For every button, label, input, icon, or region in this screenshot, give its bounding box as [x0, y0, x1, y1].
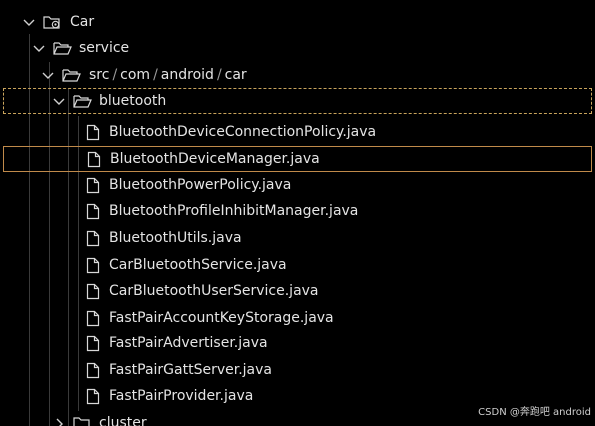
file-item[interactable]: CarBluetoothService.java — [0, 252, 595, 278]
file-icon — [86, 388, 100, 405]
tree-item-service[interactable]: service — [0, 35, 595, 61]
path-segment[interactable]: android — [161, 67, 214, 83]
chevron-down-icon[interactable] — [32, 41, 46, 55]
file-icon — [87, 151, 101, 168]
file-label: FastPairAdvertiser.java — [109, 335, 268, 351]
file-item[interactable]: CarBluetoothUserService.java — [0, 278, 595, 304]
file-label: FastPairProvider.java — [109, 388, 254, 404]
folder-open-icon — [53, 40, 72, 56]
file-label: BluetoothUtils.java — [109, 230, 242, 246]
file-icon — [86, 177, 100, 194]
chevron-down-icon[interactable] — [22, 15, 36, 29]
tree-item-label: bluetooth — [99, 93, 167, 109]
folder-open-icon — [62, 67, 81, 83]
file-label: FastPairAccountKeyStorage.java — [109, 310, 334, 326]
tree-item-package-path[interactable]: src / com / android / car — [0, 62, 595, 88]
file-icon — [86, 362, 100, 379]
path-separator: / — [216, 67, 222, 83]
file-label: BluetoothProfileInhibitManager.java — [109, 203, 359, 219]
tree-item-label: cluster — [99, 415, 147, 426]
file-icon — [86, 203, 100, 220]
file-icon — [86, 257, 100, 274]
file-item[interactable]: BluetoothPowerPolicy.java — [0, 172, 595, 198]
path-separator: / — [153, 67, 158, 83]
watermark: CSDN @奔跑吧 android — [478, 407, 591, 418]
folder-open-icon — [73, 93, 92, 109]
file-label: CarBluetoothUserService.java — [109, 283, 319, 299]
gear-folder-icon — [43, 14, 61, 30]
folder-closed-icon — [73, 415, 91, 426]
path-separator: / — [112, 67, 118, 83]
file-item[interactable]: FastPairAdvertiser.java — [0, 330, 595, 356]
file-label: CarBluetoothService.java — [109, 257, 287, 273]
file-icon — [86, 230, 100, 247]
file-label: BluetoothDeviceConnectionPolicy.java — [109, 124, 377, 140]
file-item[interactable]: BluetoothUtils.java — [0, 225, 595, 251]
path-segment[interactable]: com — [120, 67, 150, 83]
file-label: BluetoothDeviceManager.java — [110, 151, 320, 167]
file-label: FastPairGattServer.java — [109, 362, 272, 378]
file-icon — [86, 124, 100, 141]
file-item-selected[interactable]: BluetoothDeviceManager.java — [3, 146, 592, 172]
path-segment[interactable]: car — [225, 67, 247, 83]
file-icon — [86, 283, 100, 300]
tree-item-car[interactable]: Car — [0, 9, 595, 35]
tree-item-label: Car — [70, 14, 95, 30]
file-item[interactable]: FastPairGattServer.java — [0, 357, 595, 383]
file-item[interactable]: BluetoothProfileInhibitManager.java — [0, 198, 595, 224]
tree-item-label: service — [79, 40, 130, 56]
tree-item-bluetooth[interactable]: bluetooth — [3, 88, 592, 114]
file-item[interactable]: FastPairAccountKeyStorage.java — [0, 305, 595, 331]
file-icon — [86, 335, 100, 352]
path-segment[interactable]: src — [89, 67, 109, 83]
chevron-down-icon[interactable] — [52, 94, 66, 108]
file-item[interactable]: BluetoothDeviceConnectionPolicy.java — [0, 119, 595, 145]
file-icon — [86, 310, 100, 327]
chevron-right-icon[interactable] — [52, 416, 66, 426]
chevron-down-icon[interactable] — [41, 68, 55, 82]
package-path-label: src / com / android / car — [89, 66, 247, 84]
file-item[interactable]: FastPairProvider.java — [0, 383, 595, 409]
file-explorer-tree: Car service src / com / android / car bl… — [0, 0, 595, 426]
file-label: BluetoothPowerPolicy.java — [109, 177, 292, 193]
